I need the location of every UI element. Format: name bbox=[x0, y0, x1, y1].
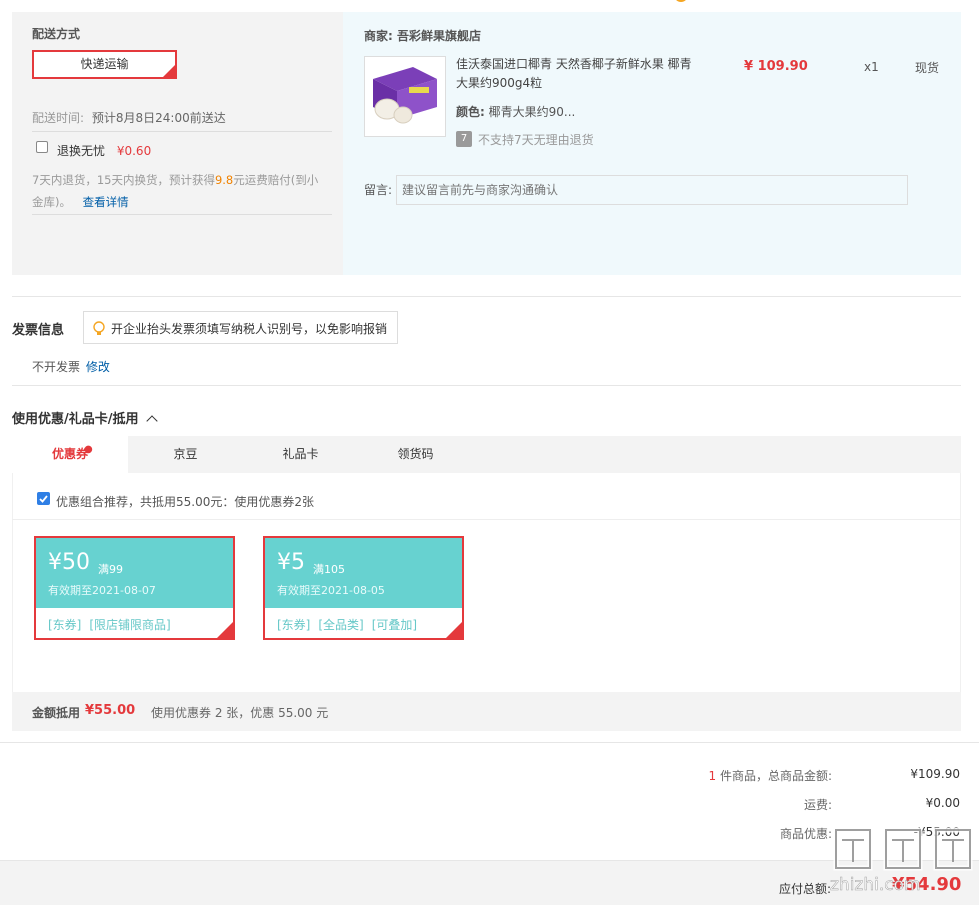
message-label: 留言: bbox=[364, 183, 393, 197]
no-return-icon: 7 bbox=[456, 131, 472, 147]
tab-coupons[interactable]: 优惠券 ● bbox=[12, 436, 128, 473]
status-indicator-icon bbox=[674, 0, 688, 2]
merchant-header: 商家: 吾彩鲜果旗舰店 bbox=[364, 27, 481, 44]
coupon-tag: [东券] bbox=[48, 618, 82, 632]
color-value: 椰青大果约90... bbox=[488, 105, 576, 119]
insurance-row: 退换无忧 ¥0.60 bbox=[57, 142, 151, 159]
coupon-condition: 满99 bbox=[98, 563, 123, 576]
product-title-line1: 佳沃泰国进口椰青 天然香椰子新鲜水果 椰青 bbox=[456, 57, 692, 71]
tab-label: 京豆 bbox=[173, 447, 198, 461]
shipping-method-button[interactable]: 快递运输 bbox=[32, 50, 177, 79]
coupon-amount: ¥5 bbox=[277, 550, 305, 575]
invoice-tip: 开企业抬头发票须填写纳税人识别号，以免影响报销 bbox=[83, 311, 398, 344]
coupon-tag: [全品类] bbox=[318, 618, 364, 632]
divider bbox=[12, 296, 961, 297]
goods-amount: ¥109.90 bbox=[910, 767, 960, 781]
divider bbox=[12, 385, 961, 386]
insurance-desc-text2: 元运费赔付(到小 bbox=[233, 173, 319, 187]
divider bbox=[0, 742, 979, 743]
tab-label: 礼品卡 bbox=[282, 447, 319, 461]
svg-text:zhizhi.com: zhizhi.com bbox=[830, 875, 921, 895]
product-quantity: x1 bbox=[864, 60, 879, 74]
combo-checkbox[interactable] bbox=[37, 492, 50, 505]
delivery-time-label: 配送时间: bbox=[32, 111, 85, 125]
product-title[interactable]: 佳沃泰国进口椰青 天然香椰子新鲜水果 椰青 大果约900g4粒 bbox=[456, 55, 706, 93]
chevron-up-icon bbox=[146, 415, 158, 427]
watermark: zhizhi.com bbox=[828, 820, 979, 905]
shipping-method-label: 快递运输 bbox=[80, 57, 129, 71]
insurance-price: ¥0.60 bbox=[116, 144, 152, 158]
coupon-card[interactable]: ¥5 满105 有效期至2021-08-05 [东券] [全品类] [可叠加] bbox=[263, 536, 464, 640]
insurance-details-link[interactable]: 查看详情 bbox=[83, 195, 129, 209]
coconut-box-icon bbox=[373, 67, 437, 124]
no-return-text: 不支持7天无理由退货 bbox=[478, 133, 594, 147]
invoice-status-row: 不开发票 修改 bbox=[32, 358, 110, 375]
payable-label: 应付总额: bbox=[779, 882, 832, 896]
goods-count: 1 bbox=[708, 769, 717, 783]
lightbulb-icon bbox=[93, 321, 105, 335]
product-image[interactable] bbox=[364, 56, 446, 137]
divider bbox=[12, 519, 961, 520]
product-color: 颜色: 椰青大果约90... bbox=[456, 103, 575, 120]
coupon-expiry: 有效期至2021-08-07 bbox=[48, 584, 156, 597]
coupon-tag: [限店铺限商品] bbox=[89, 618, 171, 632]
insurance-checkbox[interactable] bbox=[36, 141, 48, 153]
coupon-card[interactable]: ¥50 满99 有效期至2021-08-07 [东券] [限店铺限商品] bbox=[34, 536, 235, 640]
color-label: 颜色: bbox=[456, 105, 485, 119]
divider bbox=[32, 214, 332, 215]
tab-label: 领货码 bbox=[397, 447, 434, 461]
discount-section-toggle[interactable]: 使用优惠/礼品卡/抵用 bbox=[12, 408, 158, 427]
tab-giftcard[interactable]: 礼品卡 bbox=[243, 436, 358, 473]
watermark-logo-icon: zhizhi.com bbox=[830, 827, 973, 895]
freight-label: 运费: bbox=[803, 798, 832, 812]
invoice-edit-link[interactable]: 修改 bbox=[86, 360, 110, 374]
divider bbox=[32, 131, 332, 132]
coupon-tag: [东券] bbox=[277, 618, 311, 632]
coupon-condition: 满105 bbox=[313, 563, 345, 576]
tab-label: 优惠券 bbox=[51, 447, 88, 461]
coupon-tags: [东券] [限店铺限商品] bbox=[48, 616, 179, 633]
new-dot-icon: ● bbox=[84, 444, 93, 455]
discount-title: 使用优惠/礼品卡/抵用 bbox=[12, 412, 139, 427]
coupon-tag: [可叠加] bbox=[371, 618, 418, 632]
delivery-time-value: 预计8月8日24:00前送达 bbox=[91, 111, 226, 125]
merchant-name: 吾彩鲜果旗舰店 bbox=[397, 29, 482, 43]
check-icon bbox=[39, 495, 48, 503]
shipping-title: 配送方式 bbox=[32, 27, 81, 41]
product-stock: 现货 bbox=[915, 61, 940, 75]
insurance-label: 退换无忧 bbox=[57, 144, 106, 158]
delivery-time: 配送时间: 预计8月8日24:00前送达 bbox=[32, 109, 226, 126]
selected-corner-icon bbox=[446, 622, 462, 638]
insurance-description: 7天内退货，15天内换货，预计获得9.8元运费赔付(到小 金库)。 查看详情 bbox=[32, 169, 332, 213]
summary-desc: 使用优惠券 2 张，优惠 55.00 元 bbox=[151, 706, 329, 720]
invoice-status: 不开发票 bbox=[32, 360, 81, 374]
invoice-title: 发票信息 bbox=[12, 323, 65, 338]
goods-count-row: 1 件商品，总商品金额: bbox=[600, 767, 832, 784]
merchant-section bbox=[343, 12, 961, 275]
goods-amount-label: 件商品，总商品金额: bbox=[719, 769, 832, 783]
selected-corner-icon bbox=[163, 65, 175, 77]
invoice-tip-text: 开企业抬头发票须填写纳税人识别号，以免影响报销 bbox=[111, 322, 388, 336]
coupon-tags: [东券] [全品类] [可叠加] bbox=[277, 616, 425, 633]
coupon-amount: ¥50 bbox=[48, 550, 90, 575]
summary-amount: ¥55.00 bbox=[85, 703, 136, 718]
message-input[interactable] bbox=[396, 175, 908, 205]
product-price: ¥ 109.90 bbox=[744, 59, 808, 74]
discount-summary: 金额抵用 ¥55.00 使用优惠券 2 张，优惠 55.00 元 bbox=[12, 692, 961, 731]
product-title-line2: 大果约900g4粒 bbox=[456, 76, 543, 90]
insurance-desc-text: 7天内退货，15天内换货，预计获得 bbox=[32, 173, 215, 187]
insurance-desc-text3: 金库)。 bbox=[32, 195, 71, 209]
discount-tabs: 优惠券 ● 京豆 礼品卡 领货码 bbox=[12, 436, 961, 473]
freight-amount: ¥0.00 bbox=[925, 796, 960, 810]
selected-corner-icon bbox=[217, 622, 233, 638]
insurance-desc-highlight: 9.8 bbox=[214, 173, 234, 187]
coupon-expiry: 有效期至2021-08-05 bbox=[277, 584, 385, 597]
merchant-label: 商家: bbox=[364, 29, 393, 43]
tab-pickup-code[interactable]: 领货码 bbox=[358, 436, 473, 473]
product-discount-label: 商品优惠: bbox=[779, 827, 832, 841]
tab-jingdou[interactable]: 京豆 bbox=[128, 436, 243, 473]
combo-text: 优惠组合推荐，共抵用55.00元：使用优惠券2张 bbox=[56, 495, 314, 509]
summary-label: 金额抵用 bbox=[32, 706, 81, 720]
